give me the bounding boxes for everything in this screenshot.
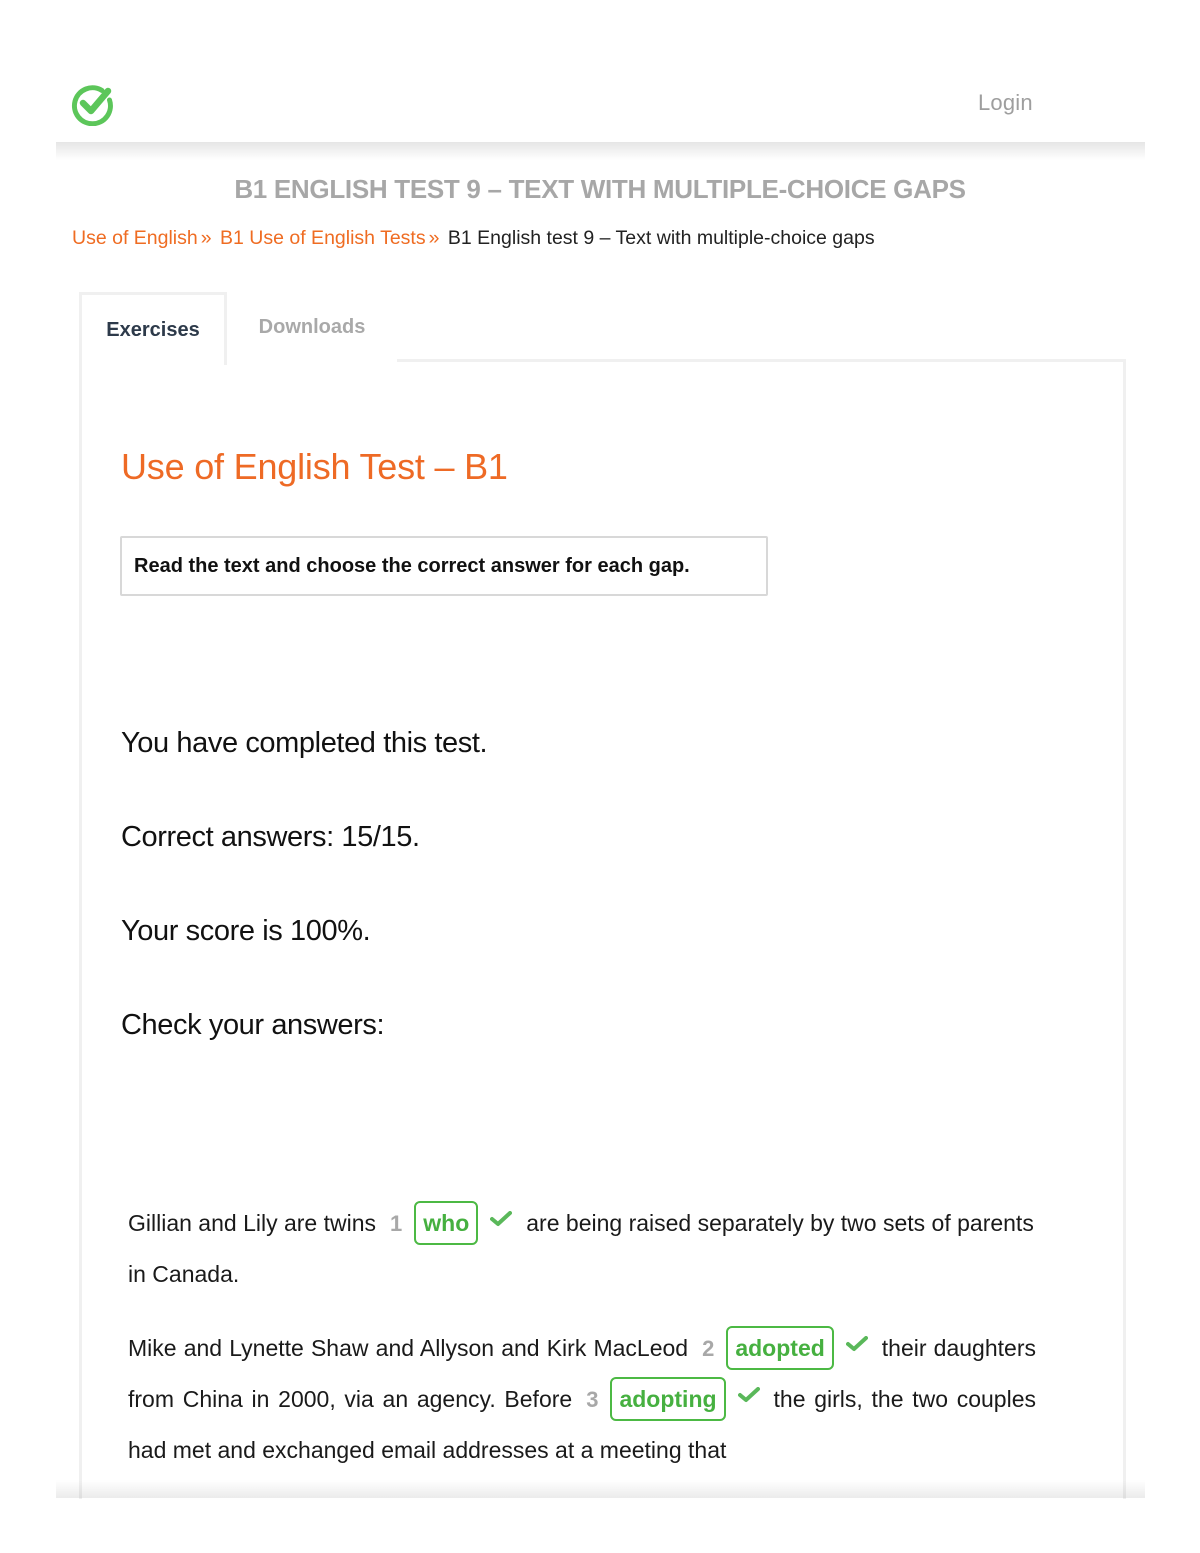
correct-answers: Correct answers: 15/15. — [121, 821, 420, 853]
gap-answer-3[interactable]: adopting — [610, 1376, 726, 1421]
check-answers-label: Check your answers: — [121, 1009, 385, 1041]
passage-text: Mike and Lynette Shaw and Allyson and Ki… — [128, 1335, 689, 1361]
login-link[interactable]: Login — [978, 90, 1033, 116]
header-shadow — [56, 142, 1145, 160]
gap-number: 1 — [390, 1211, 403, 1236]
gap-number: 2 — [702, 1336, 715, 1361]
tab-exercises[interactable]: Exercises — [79, 292, 227, 365]
gap-number: 3 — [586, 1387, 599, 1412]
breadcrumb-separator: » — [428, 227, 440, 249]
gap-answer-2[interactable]: adopted — [726, 1325, 834, 1370]
page-title: B1 ENGLISH TEST 9 – TEXT WITH MULTIPLE-C… — [234, 174, 966, 204]
correct-check-icon — [845, 1336, 868, 1351]
breadcrumb-b1-tests[interactable]: B1 Use of English Tests — [220, 227, 426, 249]
breadcrumb-current: B1 English test 9 – Text with multiple-c… — [447, 227, 875, 249]
logo-check-circle-icon[interactable] — [70, 82, 114, 127]
page-bottom-shadow — [56, 1480, 1145, 1498]
correct-check-icon — [737, 1387, 760, 1402]
tabs-divider — [397, 359, 1123, 362]
completed-message: You have completed this test. — [121, 727, 488, 759]
exercise-title: Use of English Test – B1 — [121, 446, 508, 487]
passage-paragraph-1: Gillian and Lily are twins 1 who are being … — [128, 1198, 1036, 1299]
breadcrumb-separator: » — [200, 227, 212, 249]
breadcrumb-use-of-english[interactable]: Use of English — [72, 227, 198, 249]
gap-answer-1[interactable]: who — [414, 1200, 479, 1245]
passage-paragraph-2: Mike and Lynette Shaw and Allyson and Ki… — [128, 1323, 1036, 1475]
instructions-box: Read the text and choose the correct ans… — [120, 536, 768, 596]
correct-check-icon — [490, 1211, 513, 1226]
tab-downloads[interactable]: Downloads — [226, 292, 398, 362]
score: Your score is 100%. — [121, 915, 371, 947]
instructions-text: Read the text and choose the correct ans… — [134, 554, 690, 577]
breadcrumb: Use of English» B1 Use of English Tests»… — [72, 227, 875, 250]
passage-text: Gillian and Lily are twins — [128, 1210, 377, 1236]
